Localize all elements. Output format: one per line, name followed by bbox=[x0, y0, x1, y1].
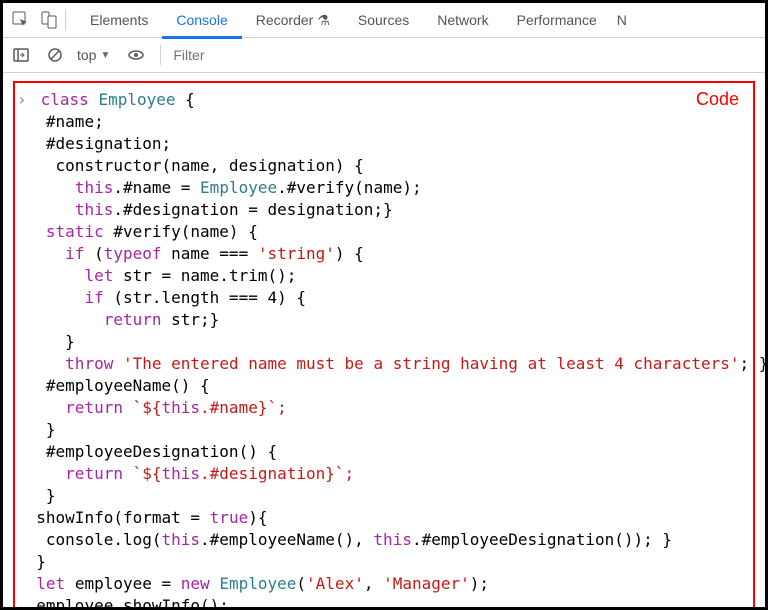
code-region: Code › class Employee { #name; #designat… bbox=[13, 81, 755, 610]
tab-strip: Elements Console Recorder⚗ Sources Netwo… bbox=[3, 3, 765, 38]
separator bbox=[65, 10, 66, 30]
sidebar-toggle-icon[interactable] bbox=[9, 43, 33, 67]
live-expression-icon[interactable] bbox=[124, 43, 148, 67]
tab-network[interactable]: Network bbox=[423, 3, 502, 37]
tab-console[interactable]: Console bbox=[162, 5, 241, 39]
clear-console-icon[interactable] bbox=[43, 43, 67, 67]
flask-icon: ⚗ bbox=[317, 12, 330, 28]
context-label: top bbox=[77, 47, 96, 63]
filter-input[interactable] bbox=[171, 46, 763, 64]
console-body: Code › class Employee { #name; #designat… bbox=[3, 73, 765, 610]
code-annotation-label: Code bbox=[696, 89, 739, 110]
devtools-window: Elements Console Recorder⚗ Sources Netwo… bbox=[0, 0, 768, 610]
separator bbox=[160, 45, 161, 65]
tab-overflow: N bbox=[611, 12, 627, 28]
device-toggle-icon[interactable] bbox=[38, 9, 60, 31]
console-toolbar: top ▼ bbox=[3, 38, 765, 73]
filter-field[interactable] bbox=[171, 46, 759, 64]
tab-recorder[interactable]: Recorder⚗ bbox=[242, 3, 344, 37]
console-input-code[interactable]: › class Employee { #name; #designation; … bbox=[17, 89, 747, 610]
tab-performance[interactable]: Performance bbox=[503, 3, 611, 37]
prompt-chevron-icon: › bbox=[17, 89, 31, 111]
tab-sources[interactable]: Sources bbox=[344, 3, 423, 37]
tab-elements[interactable]: Elements bbox=[76, 3, 162, 37]
inspect-icon[interactable] bbox=[10, 9, 32, 31]
context-selector[interactable]: top ▼ bbox=[77, 47, 110, 63]
tab-recorder-label: Recorder bbox=[256, 12, 314, 28]
chevron-down-icon: ▼ bbox=[100, 50, 110, 61]
